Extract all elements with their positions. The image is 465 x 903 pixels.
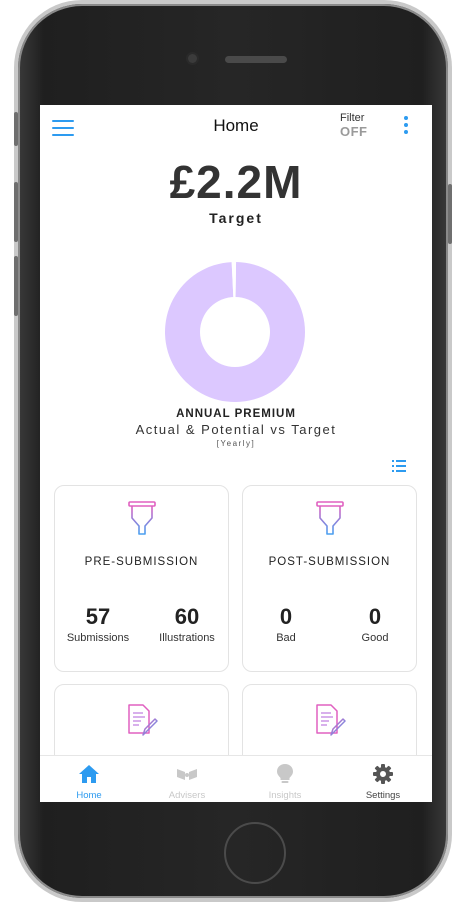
target-label: Target (209, 210, 263, 226)
volume-up-button (14, 182, 18, 242)
stat-submissions: 57 Submissions (58, 604, 138, 644)
filter-label: Filter (340, 112, 365, 124)
card-title: POST-SUBMISSION (268, 556, 391, 568)
tab-label: Advisers (168, 790, 206, 801)
mute-switch (14, 112, 18, 146)
annual-premium-donut-chart[interactable] (165, 262, 305, 402)
home-hardware-button (224, 822, 286, 884)
app-screen: Home Filter OFF £2.2M Target ANNUAL PREM… (40, 105, 432, 802)
card-title: PRE-SUBMISSION (84, 556, 199, 568)
tab-settings[interactable]: Settings (334, 756, 432, 802)
home-icon (79, 765, 99, 783)
bottom-tab-bar: Home Advisers Insights Settings (40, 755, 432, 802)
lightbulb-icon (277, 764, 293, 783)
stat-label: Submissions (66, 632, 130, 644)
stat-label: Good (361, 632, 389, 644)
stat-value: 0 (368, 604, 382, 629)
stat-value: 60 (174, 604, 200, 629)
stat-good: 0 Good (335, 604, 415, 644)
funnel-icon (128, 501, 156, 535)
tab-label: Insights (268, 790, 302, 801)
tab-insights[interactable]: Insights (236, 756, 334, 802)
advisers-icon (177, 769, 197, 780)
power-button (448, 184, 452, 244)
target-value: £2.2M (169, 156, 303, 208)
post-submission-card[interactable]: POST-SUBMISSION 0 Bad 0 Good (242, 485, 417, 672)
document-edit-icon (316, 704, 346, 736)
more-options-icon[interactable] (403, 116, 409, 136)
page-title: Home (213, 116, 259, 135)
gear-icon (373, 764, 393, 784)
stat-value: 57 (85, 604, 111, 629)
tab-label: Home (76, 790, 102, 801)
tab-advisers[interactable]: Advisers (138, 756, 236, 802)
document-edit-icon (128, 704, 158, 736)
list-view-icon[interactable] (392, 460, 406, 472)
camera-icon (188, 54, 197, 63)
volume-down-button (14, 256, 18, 316)
filter-value: OFF (340, 124, 368, 139)
stat-label: Bad (276, 632, 296, 644)
donut-hole (200, 297, 270, 367)
stat-bad: 0 Bad (246, 604, 326, 644)
chart-title: ANNUAL PREMIUM (176, 408, 296, 420)
chart-period: [Yearly] (216, 439, 256, 448)
stat-illustrations: 60 Illustrations (147, 604, 227, 644)
tab-label: Settings (365, 790, 401, 801)
chart-subtitle: Actual & Potential vs Target (135, 422, 337, 437)
speaker-grille (225, 56, 287, 63)
pre-submission-card[interactable]: PRE-SUBMISSION 57 Submissions 60 Illustr… (54, 485, 229, 672)
top-bar: Home Filter OFF (40, 105, 432, 149)
stat-value: 0 (279, 604, 293, 629)
stat-label: Illustrations (159, 632, 215, 644)
tab-home[interactable]: Home (40, 756, 138, 802)
funnel-icon (316, 501, 344, 535)
